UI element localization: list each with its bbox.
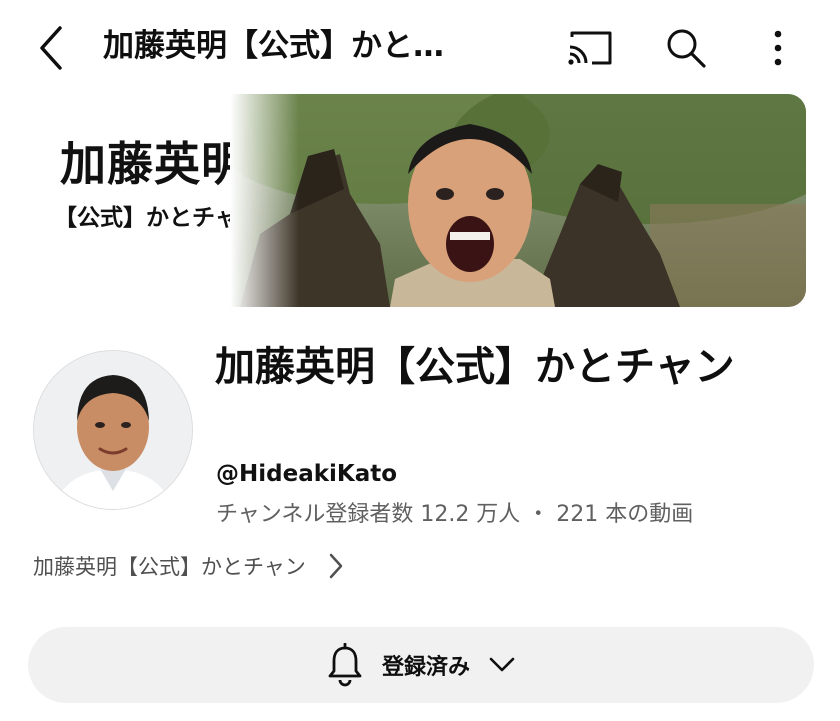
bell-icon	[328, 643, 362, 687]
cast-button[interactable]	[566, 28, 614, 68]
back-icon	[40, 26, 62, 70]
more-options-button[interactable]	[764, 26, 792, 70]
chevron-down-icon	[489, 657, 515, 672]
channel-name: 加藤英明【公式】かとチャン	[215, 344, 735, 390]
back-button[interactable]	[34, 24, 70, 72]
channel-about-link[interactable]: 加藤英明【公式】かとチャン	[33, 551, 344, 581]
more-icon	[774, 30, 782, 66]
top-app-bar: 加藤英明【公式】かと…	[0, 0, 840, 96]
chevron-right-icon	[329, 553, 343, 579]
subscribed-label: 登録済み	[381, 655, 470, 680]
search-button[interactable]	[664, 26, 708, 70]
about-link-label: 加藤英明【公式】かとチャン	[33, 555, 306, 579]
search-icon	[667, 29, 706, 68]
banner-photo	[230, 94, 806, 307]
channel-handle: @HideakiKato	[216, 461, 398, 487]
subscribed-button[interactable]: 登録済み	[28, 627, 814, 703]
channel-banner: 加藤英明 【公式】かとチャン	[34, 94, 806, 307]
avatar-photo	[34, 351, 192, 509]
page-title: 加藤英明【公式】かと…	[103, 28, 444, 64]
banner-title: 加藤英明	[60, 137, 248, 191]
avatar[interactable]	[33, 350, 193, 510]
cast-icon	[568, 31, 612, 65]
channel-stats: チャンネル登録者数 12.2 万人 ・ 221 本の動画	[216, 502, 694, 527]
